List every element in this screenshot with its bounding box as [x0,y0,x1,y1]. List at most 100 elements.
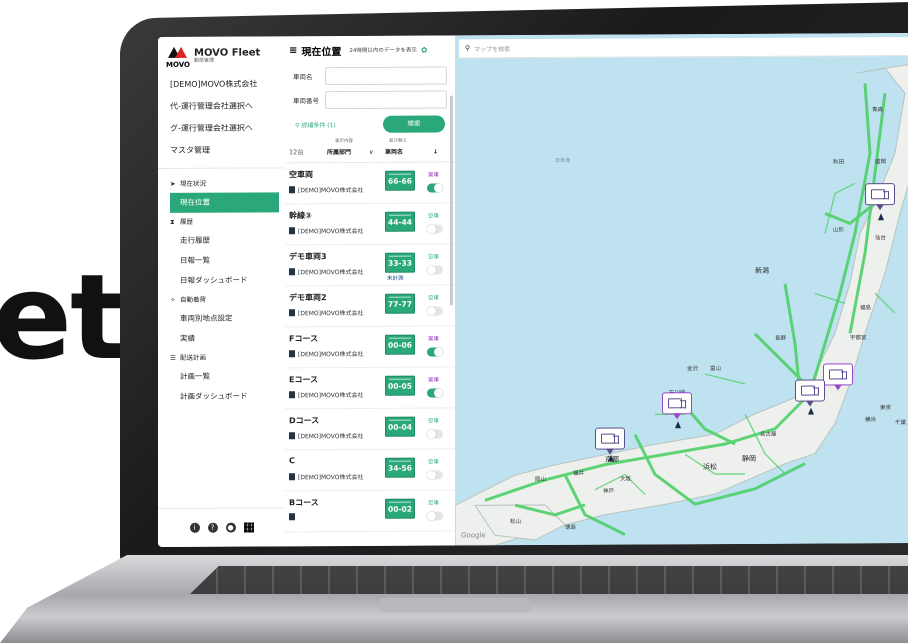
place-label: 富山 [710,366,722,373]
status-toggle[interactable] [427,470,443,480]
status-toggle[interactable] [427,388,443,398]
search-row: ⚲ 詳細条件 (1) 検索 [285,111,455,136]
vehicle-status: 空車 [428,418,440,425]
place-label: 大阪 [620,476,632,483]
status-toggle[interactable] [427,224,443,234]
vehicle-marker[interactable] [865,183,895,206]
vehicle-name: デモ車両3 [289,252,327,262]
list-scrollbar[interactable] [450,95,453,306]
building-icon [289,513,295,521]
sidebar-link-dai[interactable]: 代-運行管理会社選択へ [158,95,285,118]
section-history-label: 履歴 [180,217,193,226]
map-view[interactable]: ⚲マップを検索 日本海 青森秋田盛岡山形仙台新潟福島宇都宮長野金沢石川県富山名古… [455,33,908,546]
vehicle-org-label: [DEMO]MOVO株式会社 [298,473,364,482]
heading-arrow-icon [675,421,681,429]
status-toggle[interactable] [427,429,443,439]
help-icon[interactable]: ? [207,522,218,533]
truck-cab [680,400,686,409]
section-delivery-plan-label: 配送計画 [180,353,206,362]
truck-cab [813,387,819,396]
license-plate: 34-56 [385,457,415,478]
license-plate: 00-05 [385,375,415,396]
vehicle-row[interactable]: Eコース [DEMO]MOVO株式会社 00-05 実車 [285,367,455,410]
sidebar-item-daily-dashboard[interactable]: 日報ダッシュボード [158,270,285,291]
place-label: 徳島 [565,524,577,531]
menu-toggle-icon[interactable]: ≡ [289,45,297,56]
vehicle-status: 空車 [428,500,440,507]
truck-cab [883,191,889,200]
apps-grid-icon[interactable] [243,522,254,533]
vehicle-number-input[interactable] [325,90,447,110]
chevron-down-icon[interactable]: ∨ [369,149,373,156]
status-toggle[interactable] [427,347,443,357]
vehicle-row[interactable]: デモ車両3 [DEMO]MOVO株式会社 33-33 空車 未計測 [285,244,455,287]
sort-direction-icon[interactable]: ↓ [433,149,438,156]
sidebar-item-daily-report-list[interactable]: 日報一覧 [158,250,285,271]
sidebar-link-master[interactable]: マスタ管理 [158,139,285,162]
sidebar-item-plan-dashboard[interactable]: 計画ダッシュボード [158,386,285,407]
building-icon [289,227,295,235]
status-toggle[interactable] [427,511,443,521]
vehicle-org [289,513,298,521]
vehicle-name: Fコース [289,334,319,344]
vehicle-row[interactable]: Bコース 00-02 空車 [285,490,455,533]
sidebar-item-current-position[interactable]: 現在位置 [170,192,279,213]
display-content-select[interactable]: 所属部門 [327,147,351,156]
vehicle-row[interactable]: 空車両 [DEMO]MOVO株式会社 66-66 実車 [285,162,455,205]
license-plate: 66-66 [385,170,415,191]
sidebar-item-results[interactable]: 実績 [158,328,285,349]
sidebar-company[interactable]: [DEMO]MOVO株式会社 [158,73,285,96]
place-label: 青森 [872,107,884,114]
vehicle-name-input[interactable] [325,66,447,86]
vehicle-list-panel: ≡ 現在位置 24時間以内のデータを表示 ✿ 車両名 車両番号 ⚲ 詳細条件 (… [285,35,456,547]
place-label: 東京 [880,405,892,412]
vehicle-marker[interactable] [595,427,625,450]
vehicle-status: 実車 [428,336,440,343]
place-label: 長野 [775,335,787,342]
status-toggle[interactable] [427,265,443,275]
laptop-keyboard [190,566,908,594]
vehicle-org-label: [DEMO]MOVO株式会社 [298,391,364,400]
sort-select[interactable]: 車両名 [385,147,403,156]
section-delivery-plan: ☰ 配送計画 [158,348,285,367]
info-icon[interactable]: i [189,522,200,533]
user-icon[interactable]: ● [225,522,236,533]
building-icon [289,432,295,440]
place-label: 横浜 [865,417,877,424]
truck-cab [613,435,619,444]
vehicle-marker[interactable] [795,379,825,402]
sidebar-item-drive-history[interactable]: 走行履歴 [158,230,285,251]
sidebar-item-plan-list[interactable]: 計画一覧 [158,366,285,387]
measurement-note: 未計測 [387,275,404,282]
sidebar-item-vehicle-spot-setting[interactable]: 車両別地点設定 [158,308,285,329]
vehicle-org-label: [DEMO]MOVO株式会社 [298,227,364,236]
vehicle-org-label: [DEMO]MOVO株式会社 [298,268,364,277]
sidebar-link-group[interactable]: グ-運行管理会社選択へ [158,117,285,140]
vehicle-org: [DEMO]MOVO株式会社 [289,431,364,440]
license-plate: 44-44 [385,211,415,232]
vehicle-row[interactable]: Fコース [DEMO]MOVO株式会社 00-06 実車 [285,326,455,369]
japan-map [455,62,908,546]
search-icon: ⚲ [465,44,471,53]
gear-icon[interactable]: ✿ [421,45,428,54]
section-auto-arrival-label: 自動着荷 [180,295,206,304]
vehicle-org: [DEMO]MOVO株式会社 [289,308,364,317]
vehicle-row[interactable]: Dコース [DEMO]MOVO株式会社 00-04 空車 [285,408,455,451]
search-button[interactable]: 検索 [383,114,445,133]
map-search-input[interactable]: ⚲ マップを検索 [459,36,908,59]
panel-header: ≡ 現在位置 24時間以内のデータを表示 ✿ [285,35,455,64]
heading-arrow-icon [608,454,614,462]
vehicle-org: [DEMO]MOVO株式会社 [289,390,364,399]
license-plate: 00-06 [385,334,415,355]
vehicle-marker[interactable] [662,392,692,415]
sidebar: MOVO Fleet MOVO 動態管理 [DEMO]MOVO株式会社 代-運行… [158,36,286,547]
vehicle-row[interactable]: 幹線③ [DEMO]MOVO株式会社 44-44 空車 [285,203,455,246]
vehicle-row[interactable]: C [DEMO]MOVO株式会社 34-56 空車 [285,449,455,492]
building-icon [289,473,295,481]
status-toggle[interactable] [427,183,443,193]
advanced-filter-link[interactable]: ⚲ 詳細条件 (1) [295,120,336,129]
vehicle-row[interactable]: デモ車両2 [DEMO]MOVO株式会社 77-77 空車 [285,285,455,328]
vehicle-marker[interactable] [823,363,853,386]
vehicle-org-label: [DEMO]MOVO株式会社 [298,309,364,318]
status-toggle[interactable] [427,306,443,316]
